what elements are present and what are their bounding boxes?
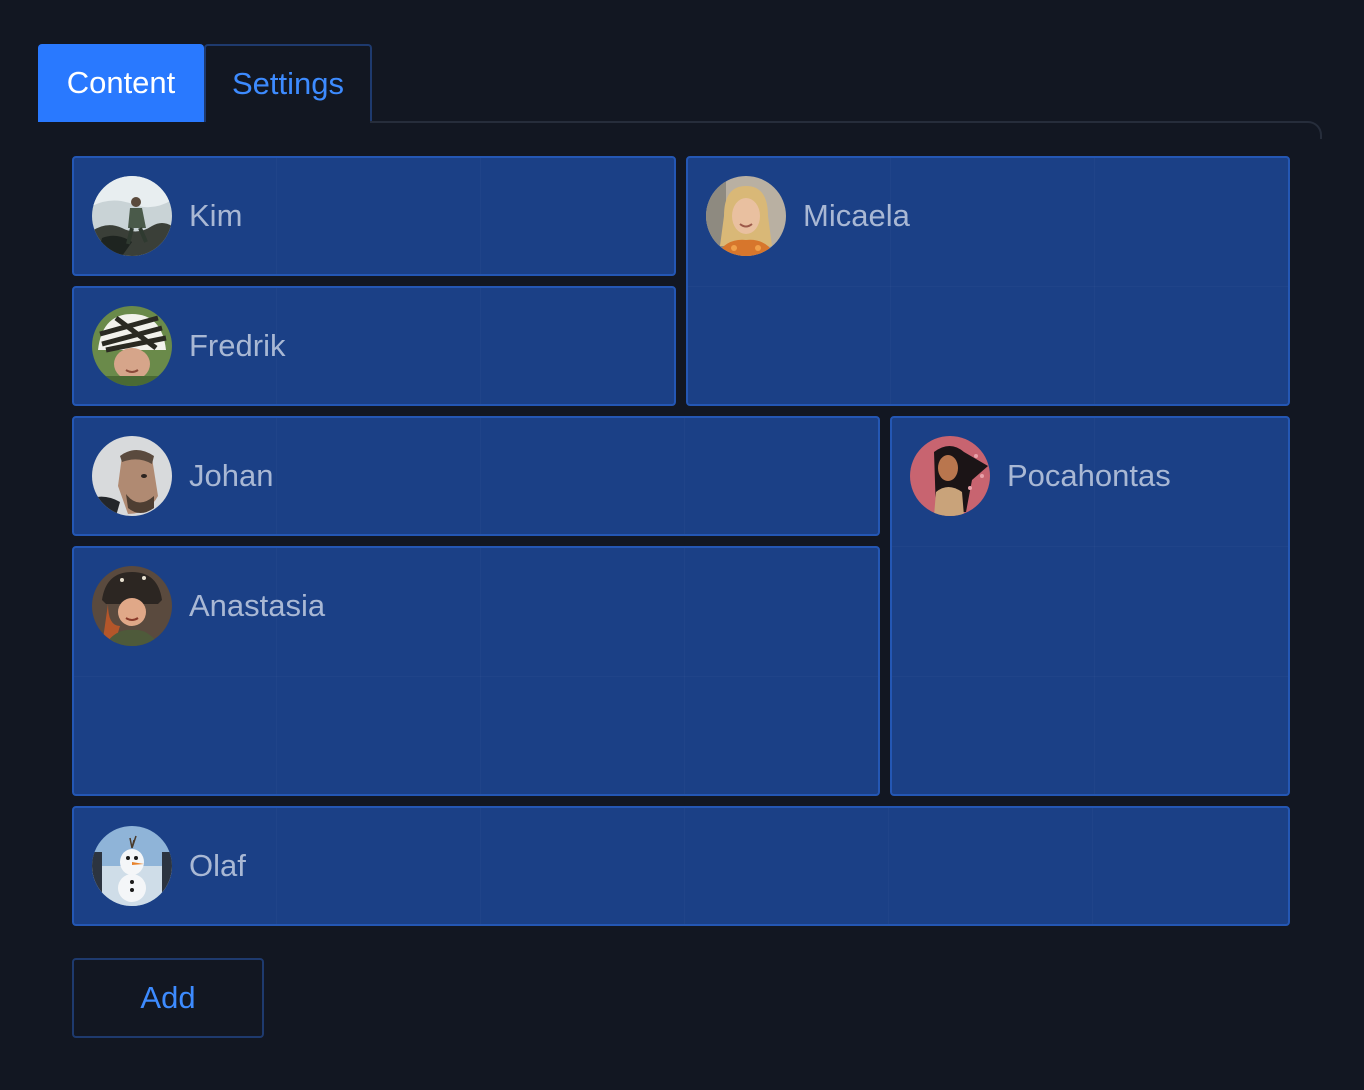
grid-item-fredrik[interactable]: Fredrik: [72, 286, 676, 406]
tab-content[interactable]: Content: [38, 44, 204, 122]
grid-item-name: Micaela: [803, 198, 910, 233]
tab-settings[interactable]: Settings: [204, 44, 372, 122]
avatar: [706, 176, 786, 256]
add-button[interactable]: Add: [72, 958, 264, 1038]
grid-item-micaela[interactable]: Micaela: [686, 156, 1290, 406]
avatar: [92, 436, 172, 516]
avatar: [92, 306, 172, 386]
grid-item-name: Pocahontas: [1007, 458, 1171, 493]
grid-item-anastasia[interactable]: Anastasia: [72, 546, 880, 796]
grid-item-name: Fredrik: [189, 328, 286, 363]
grid-item-name: Johan: [189, 458, 274, 493]
tab-bar: Content Settings: [38, 44, 372, 122]
grid-item-johan[interactable]: Johan: [72, 416, 880, 536]
grid-item-olaf[interactable]: Olaf: [72, 806, 1290, 926]
grid-item-name: Kim: [189, 198, 243, 233]
grid-item-kim[interactable]: Kim: [72, 156, 676, 276]
tab-panel-border: [370, 121, 1322, 139]
grid-item-name: Anastasia: [189, 588, 326, 623]
avatar: [92, 566, 172, 646]
avatar: [910, 436, 990, 516]
grid-item-pocahontas[interactable]: Pocahontas: [890, 416, 1290, 796]
avatar: [92, 826, 172, 906]
avatar: [92, 176, 172, 256]
grid-item-name: Olaf: [189, 848, 246, 883]
